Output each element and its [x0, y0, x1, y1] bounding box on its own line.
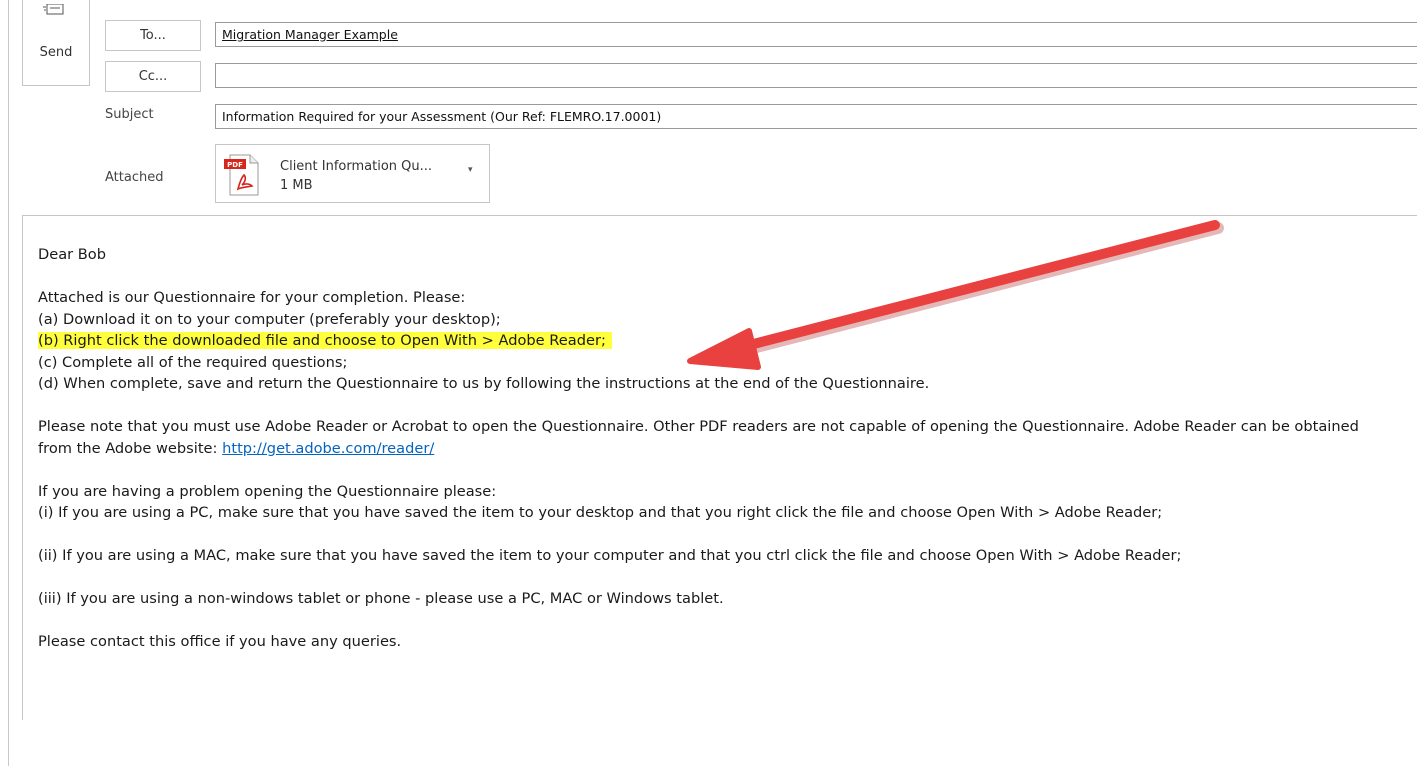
step-d: (d) When complete, save and return the Q…	[38, 375, 930, 392]
attachment-name: Client Information Qu...	[280, 159, 433, 174]
attachment-card[interactable]: PDF Client Information Qu... 1 MB ▾	[215, 144, 490, 203]
problem-i: (i) If you are using a PC, make sure tha…	[38, 504, 1163, 521]
step-b-highlighted: (b) Right click the downloaded file and …	[38, 332, 612, 349]
send-label: Send	[39, 45, 73, 60]
message-body[interactable]: Dear Bob Attached is our Questionnaire f…	[22, 215, 1417, 720]
send-envelope-icon	[43, 4, 64, 15]
cc-field[interactable]	[215, 63, 1417, 88]
pdf-file-icon: PDF	[224, 154, 259, 196]
step-c: (c) Complete all of the required questio…	[38, 353, 348, 371]
cc-button[interactable]: Cc...	[105, 61, 201, 92]
adobe-note: Please note that you must use Adobe Read…	[38, 416, 1387, 459]
send-button[interactable]: Send	[22, 0, 90, 86]
closing-line: Please contact this office if you have a…	[38, 633, 402, 650]
step-a: (a) Download it on to your computer (pre…	[38, 310, 501, 328]
window-left-border	[8, 0, 9, 766]
problem-intro: If you are having a problem opening the …	[38, 482, 497, 500]
intro-line: Attached is our Questionnaire for your c…	[38, 289, 466, 306]
subject-field[interactable]: Information Required for your Assessment…	[215, 104, 1417, 129]
attached-label: Attached	[105, 170, 164, 185]
to-field[interactable]: Migration Manager Example	[215, 22, 1417, 47]
pdf-icon-label: PDF	[227, 161, 243, 169]
to-recipient[interactable]: Migration Manager Example	[222, 27, 398, 42]
message-body-text: Dear Bob Attached is our Questionnaire f…	[38, 244, 1387, 653]
attachment-size: 1 MB	[280, 178, 313, 193]
subject-label: Subject	[105, 107, 154, 122]
to-button[interactable]: To...	[105, 20, 201, 51]
attachment-dropdown-icon[interactable]: ▾	[468, 165, 473, 175]
greeting: Dear Bob	[38, 246, 107, 263]
adobe-reader-link[interactable]: http://get.adobe.com/reader/	[222, 440, 434, 457]
problem-ii: (ii) If you are using a MAC, make sure t…	[38, 547, 1182, 564]
problem-iii: (iii) If you are using a non-windows tab…	[38, 590, 724, 607]
